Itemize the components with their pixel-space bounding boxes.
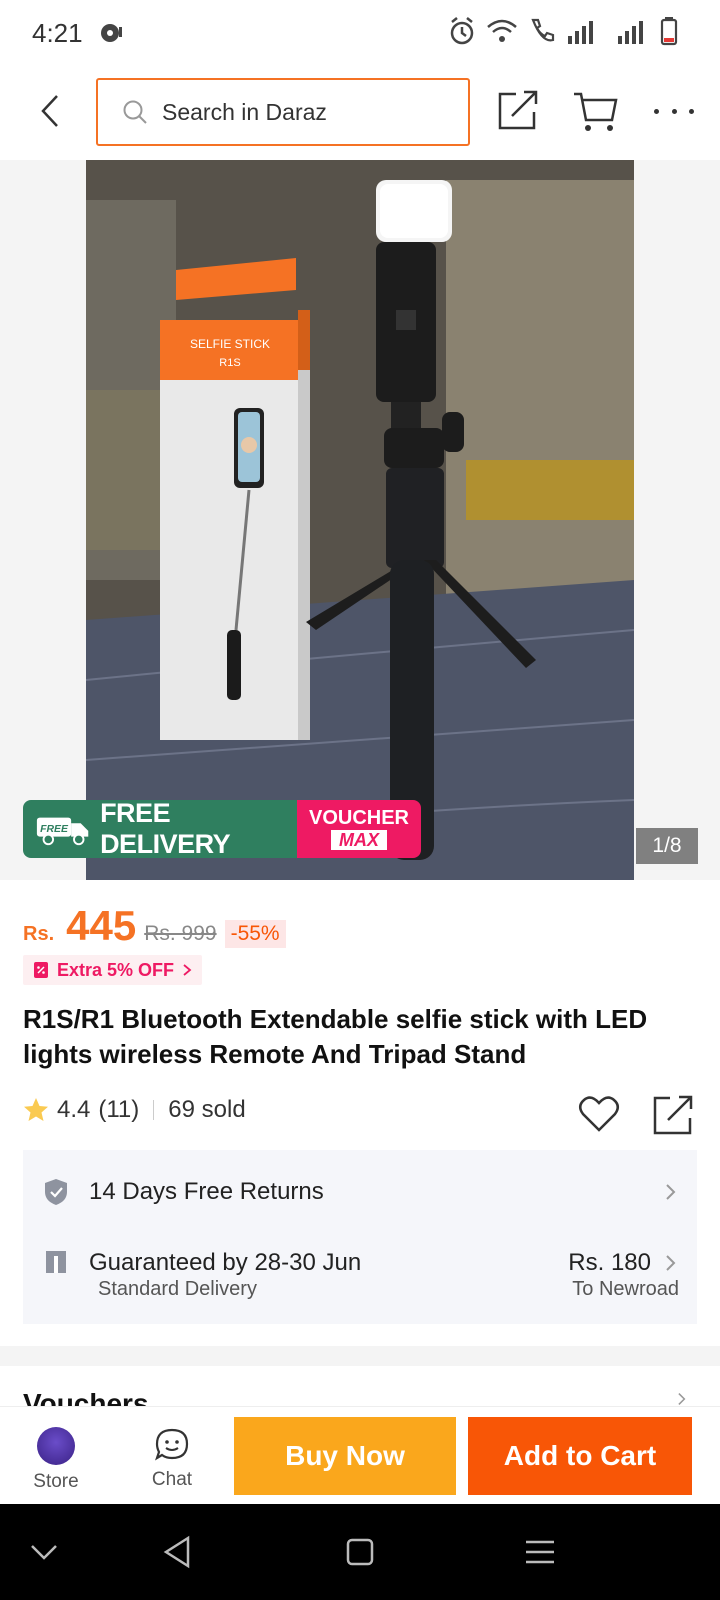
extra-off-text: Extra 5% OFF <box>57 959 175 980</box>
add-to-cart-button[interactable]: Add to Cart <box>468 1417 692 1495</box>
battery-icon <box>660 17 678 46</box>
buy-now-button[interactable]: Buy Now <box>234 1417 456 1495</box>
top-header: Search in Daraz <box>0 66 720 160</box>
delivery-truck-icon: FREE <box>36 817 89 846</box>
free-delivery-text: FREE DELIVERY <box>100 800 231 858</box>
package-icon <box>46 1251 66 1273</box>
search-input[interactable]: Search in Daraz <box>96 78 470 146</box>
returns-row[interactable]: 14 Days Free Returns <box>43 1170 677 1214</box>
chevron-right-icon <box>678 1393 686 1405</box>
call-icon <box>531 18 555 42</box>
rating-value: 4.4 <box>57 1096 91 1123</box>
back-button[interactable] <box>30 88 70 134</box>
delivery-destination: To Newroad <box>572 1278 679 1300</box>
product-gallery[interactable]: SELFIE STICK R1S FREE FREE DELIVERY VOUC… <box>0 160 720 880</box>
status-icons <box>448 16 680 46</box>
nav-menu-icon[interactable] <box>520 1532 560 1572</box>
status-time: 4:21 <box>32 17 83 48</box>
rating-row[interactable]: 4.4 (11) 69 sold <box>23 1096 246 1124</box>
delivery-type: Standard Delivery <box>98 1278 257 1300</box>
product-image: SELFIE STICK R1S <box>86 160 634 880</box>
service-info-card: 14 Days Free Returns Guaranteed by 28-30… <box>23 1150 697 1324</box>
chevron-right-icon <box>666 1184 676 1200</box>
bottom-action-bar: Store Chat Buy Now Add to Cart <box>0 1406 720 1504</box>
free-delivery-badge: FREE FREE DELIVERY <box>23 800 297 858</box>
chevron-right-icon <box>666 1255 676 1271</box>
store-label: Store <box>33 1471 79 1492</box>
rating-count: (11) <box>98 1096 140 1123</box>
voucher-max-line1: VOUCHER <box>308 807 409 829</box>
delivery-price: Rs. 180 <box>568 1249 651 1276</box>
search-icon <box>123 100 147 124</box>
store-logo <box>37 1427 75 1465</box>
voucher-icon <box>34 962 48 978</box>
free-badge-text: FREE <box>40 824 69 835</box>
product-title: R1S/R1 Bluetooth Extendable selfie stick… <box>23 1004 648 1069</box>
voucher-max-badge: VOUCHER MAX <box>297 800 421 858</box>
cart-icon[interactable] <box>572 88 618 134</box>
nav-back-icon[interactable] <box>158 1532 198 1572</box>
search-placeholder: Search in Daraz <box>162 98 327 125</box>
system-nav-bar <box>0 1504 720 1600</box>
free-delivery-banner: FREE FREE DELIVERY VOUCHER MAX <box>23 800 421 858</box>
box-print-line1: SELFIE STICK <box>190 337 270 351</box>
chat-icon <box>155 1428 189 1461</box>
chat-button[interactable]: Chat <box>136 1427 208 1497</box>
price-original: Rs. 999 <box>144 922 217 945</box>
back-arrow-icon <box>41 95 58 127</box>
signal-2-icon <box>618 21 643 44</box>
chat-label: Chat <box>151 1469 193 1490</box>
price-current: 445 <box>66 902 137 949</box>
signal-icon <box>568 21 593 44</box>
store-button[interactable]: Store <box>20 1427 92 1497</box>
nav-home-icon[interactable] <box>340 1532 380 1572</box>
star-icon <box>24 1098 48 1121</box>
price-currency: Rs. <box>23 923 55 945</box>
guarantee-label: Guaranteed by 28-30 Jun <box>89 1249 362 1276</box>
extra-off-promo[interactable]: Extra 5% OFF <box>23 955 203 985</box>
box-print-line2: R1S <box>219 357 240 369</box>
price-row: Rs. 445 Rs. 999 -55% <box>23 902 286 950</box>
rating-divider <box>153 1100 155 1120</box>
share-icon[interactable] <box>496 88 540 132</box>
status-bar: 4:21 <box>0 0 720 66</box>
shield-check-icon <box>45 1179 67 1205</box>
chevron-down-icon[interactable] <box>24 1532 64 1572</box>
chevron-right-icon <box>183 964 192 976</box>
product-illustration: SELFIE STICK R1S <box>86 160 634 880</box>
voucher-max-line2: MAX <box>331 830 387 850</box>
wishlist-heart-icon[interactable] <box>578 1094 620 1134</box>
section-divider <box>0 1346 720 1366</box>
sold-count: 69 sold <box>168 1096 246 1123</box>
discount-badge: -55% <box>224 920 286 948</box>
wifi-icon <box>487 19 517 42</box>
gallery-page-indicator: 1/8 <box>636 828 698 864</box>
returns-label: 14 Days Free Returns <box>89 1178 324 1205</box>
vouchers-section-title[interactable]: Vouchers <box>23 1386 149 1406</box>
share-product-icon[interactable] <box>652 1094 694 1136</box>
more-options-button[interactable] <box>654 96 694 126</box>
alarm-icon <box>450 17 474 45</box>
notification-icon <box>100 24 122 42</box>
